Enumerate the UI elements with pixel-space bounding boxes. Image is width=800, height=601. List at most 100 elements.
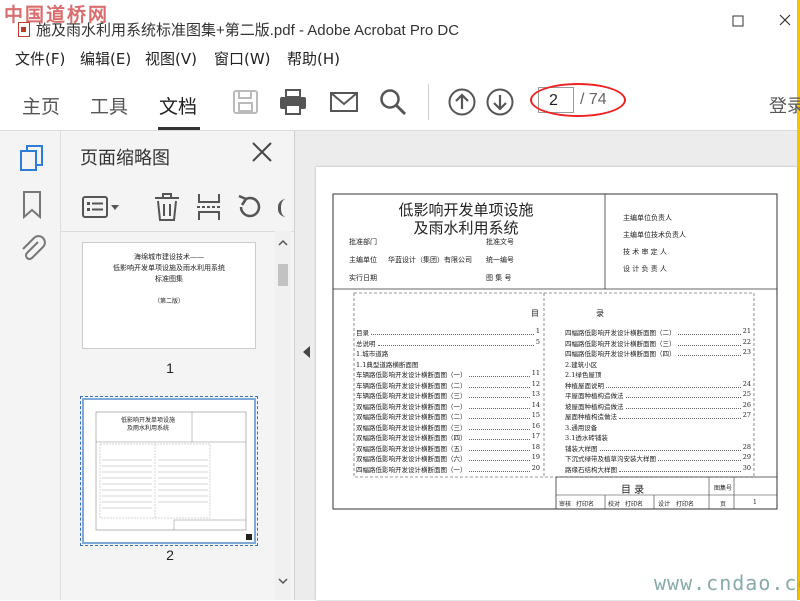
toc-row-text: 四幅路低影响开发设计横断面图（一）: [356, 465, 467, 474]
toc-leader-dots: [377, 338, 534, 346]
navigation-rail: [0, 131, 61, 600]
toc-row: 屋面种植构造做法 27: [565, 411, 751, 421]
thumbnail-resize-handle[interactable]: [246, 534, 252, 540]
save-icon[interactable]: [231, 87, 261, 117]
delete-icon[interactable]: [154, 193, 180, 225]
toc-row: 双幅路低影响开发设计横断面图（五） 18: [356, 443, 540, 453]
thumb2-title-2: 及雨水利用系统: [126, 425, 169, 432]
email-icon[interactable]: [329, 87, 359, 117]
active-tab-indicator: [158, 127, 200, 130]
toc-row: 平屋面种植构造做法 25: [565, 390, 751, 400]
bookmark-icon[interactable]: [22, 191, 42, 223]
thumbnail-page-1[interactable]: 海绵城市建设技术—— 低影响开发单项设施及雨水利用系统 标准图集 （第二版）: [82, 242, 256, 349]
title-bar: 中国道桥网 施及雨水利用系统标准图集+第二版.pdf - Adobe Acrob…: [0, 0, 797, 40]
menu-bar: 文件(F) 编辑(E) 视图(V) 窗口(W) 帮助(H): [0, 48, 797, 72]
toc-row-page: 22: [742, 337, 751, 346]
menu-help[interactable]: 帮助(H): [287, 48, 340, 69]
toc-row: 四幅路低影响开发设计横断面图（二） 21: [565, 327, 751, 337]
toc-row-text: 车辆路低影响开发设计横断面图（一）: [356, 371, 467, 379]
toc-leader-dots: [390, 348, 538, 356]
thumbnail-options-icon[interactable]: [82, 195, 122, 223]
toc-row: 路缘石结构大样图 30: [565, 464, 751, 474]
toc-row-page: 19: [531, 453, 540, 461]
menu-view[interactable]: 视图(V): [145, 48, 197, 69]
scrollbar-thumb[interactable]: [278, 264, 288, 286]
toc-row-text: 1.1典型道路横断面图: [356, 360, 419, 369]
meta-unit-head: 主编单位负责人: [623, 214, 672, 222]
meta-tech-head: 主编单位技术负责人: [623, 231, 686, 239]
titleblock-page-number: 1: [753, 499, 757, 506]
toc-row: 双幅路低影响开发设计横断面图（二） 15: [356, 411, 540, 421]
toc-row-text: 2.1绿色屋顶: [565, 371, 602, 379]
rotate-clockwise-icon[interactable]: [278, 199, 287, 217]
close-window-icon[interactable]: [778, 14, 792, 28]
collapse-pane-arrow-icon[interactable]: [303, 346, 310, 358]
thumbnail-toolbar: [61, 183, 294, 231]
search-icon[interactable]: [378, 87, 408, 117]
toc-leader-dots: [619, 464, 741, 472]
thumbnail-number-1: 1: [166, 360, 174, 376]
print-icon[interactable]: [278, 87, 308, 117]
meta-editor-unit: 主编单位: [349, 256, 377, 264]
toc-row-text: 3.通用设备: [565, 423, 598, 432]
toc-row: 四幅路低影响开发设计横断面图（四） 23: [565, 348, 751, 358]
meta-editor-unit-value: 华蓝设计（集团）有限公司: [388, 256, 472, 264]
toc-row-text: 双幅路低影响开发设计横断面图（五）: [356, 444, 467, 453]
toc-row-text: 双幅路低影响开发设计横断面图（六）: [356, 455, 467, 463]
toc-row-text: 种植屋面说明: [565, 381, 604, 390]
menu-window[interactable]: 窗口(W): [214, 48, 271, 69]
toc-row: 1.城市道路: [356, 348, 540, 358]
maximize-icon[interactable]: [731, 15, 745, 29]
toc-row: 2.建筑小区: [565, 359, 751, 369]
titleblock-review-name: 打印名: [576, 501, 595, 508]
site-url-watermark: www.cndao.com: [654, 571, 800, 595]
toc-row-page: 15: [531, 411, 540, 419]
rotate-icon[interactable]: [235, 193, 263, 225]
toc-leader-dots: [599, 359, 749, 367]
menu-edit[interactable]: 编辑(E): [80, 48, 131, 69]
page-thumbnails-icon[interactable]: [19, 145, 45, 177]
toc-row-text: 3.1透水砖铺装: [565, 434, 608, 442]
toc-leader-dots: [599, 443, 741, 451]
toc-leader-dots: [677, 327, 741, 335]
attachment-icon[interactable]: [18, 234, 46, 266]
toc-row-page: 12: [531, 379, 540, 388]
toc-row: 车辆路低影响开发设计横断面图（一） 11: [356, 369, 540, 379]
toc-row-page: 17: [531, 432, 540, 440]
page-up-icon[interactable]: [447, 87, 477, 117]
toc-leader-dots: [468, 369, 530, 377]
tab-home[interactable]: 主页: [22, 92, 60, 119]
tab-document[interactable]: 文档: [159, 92, 197, 119]
meta-unified-no: 统一编号: [486, 256, 514, 264]
toc-leader-dots: [606, 380, 741, 388]
toc-row: 双幅路低影响开发设计横断面图（四） 17: [356, 432, 540, 442]
toc-row-text: 双幅路低影响开发设计横断面图（三）: [356, 423, 467, 432]
toc-row-text: 2.建筑小区: [565, 360, 598, 369]
close-panel-icon[interactable]: [251, 141, 273, 167]
titleblock-design-name: 打印名: [676, 501, 695, 508]
toc-leader-dots: [677, 348, 741, 356]
toc-row-text: 四幅路低影响开发设计横断面图（三）: [565, 339, 676, 348]
toc-row: 四幅路低影响开发设计横断面图（三） 22: [565, 338, 751, 348]
page-down-icon[interactable]: [485, 87, 515, 117]
pdf-page: 低影响开发单项设施 及雨水利用系统 批准部门 主编单位 华蓝设计（集团）有限公司…: [316, 167, 797, 600]
meta-effective-date: 实行日期: [349, 274, 377, 282]
toc-leader-dots: [371, 327, 534, 335]
insert-page-icon[interactable]: [196, 193, 222, 225]
sign-in-link[interactable]: 登录: [769, 92, 800, 118]
menu-file[interactable]: 文件(F): [15, 48, 65, 69]
titleblock-review: 审核: [559, 501, 572, 508]
toc-row-page: 16: [531, 421, 540, 430]
toc-leader-dots: [603, 369, 749, 377]
toc-row-page: 5: [535, 337, 540, 346]
toc-row-text: 目录: [356, 329, 369, 337]
thumbnail-page-2[interactable]: 低影响开发单项设施 及雨水利用系统: [80, 396, 258, 546]
tab-tools[interactable]: 工具: [90, 92, 128, 119]
toc-row-page: 14: [531, 400, 540, 409]
toc-row-page: 23: [742, 348, 751, 356]
thumbnail-scrollbar[interactable]: [275, 231, 291, 600]
meta-reviewer: 技 术 审 定 人: [623, 248, 667, 256]
toc-row: 2.1绿色屋顶: [565, 369, 751, 379]
toc-row: 双幅路低影响开发设计横断面图（六） 19: [356, 453, 540, 463]
toc-row: 双幅路低影响开发设计横断面图（三） 16: [356, 422, 540, 432]
